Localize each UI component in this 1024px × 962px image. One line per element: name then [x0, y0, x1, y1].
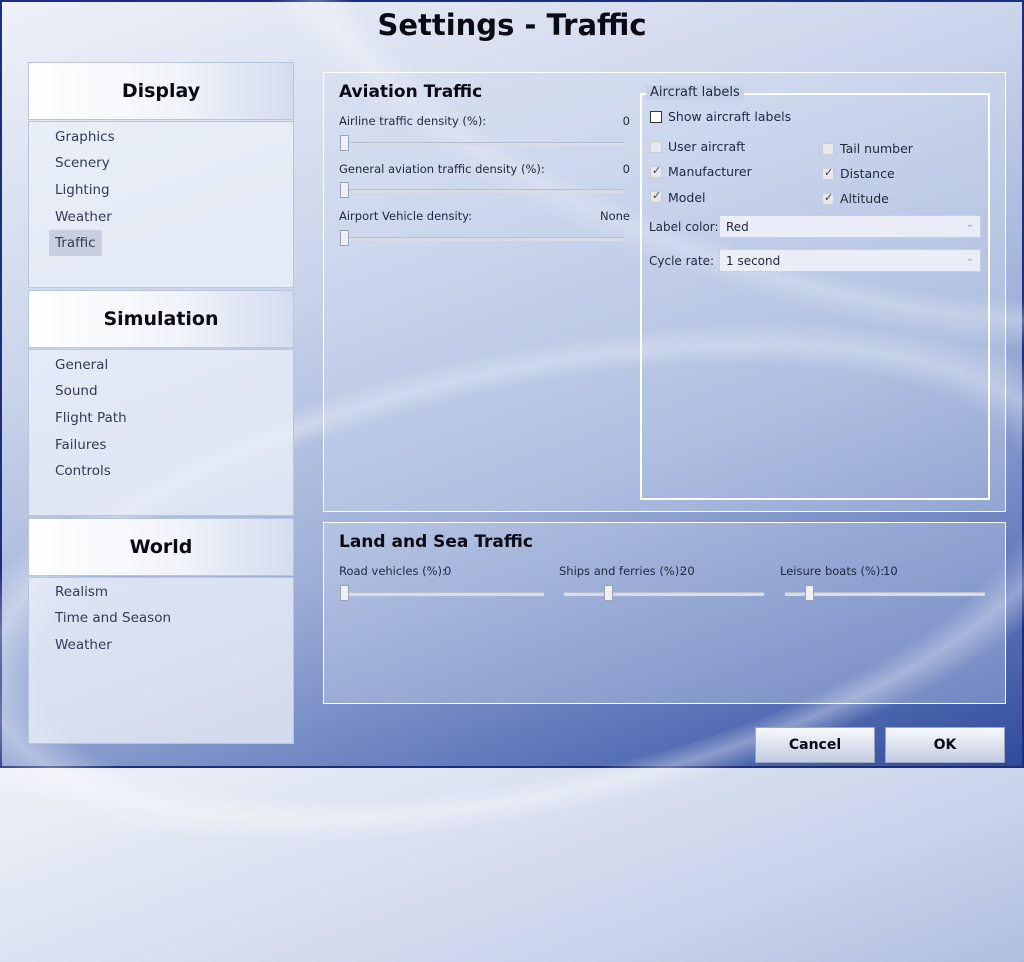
altitude-checkbox[interactable]: ✓ — [822, 191, 834, 205]
leisure-boats-label: Leisure boats (%): — [780, 564, 885, 578]
airline-density-track[interactable] — [340, 142, 624, 146]
distance-checkbox[interactable]: ✓ — [822, 166, 834, 180]
airline-density-value: 0 — [622, 114, 630, 128]
cycle-rate-value: 1 second — [726, 254, 781, 268]
sidebar-item-controls[interactable]: Controls — [49, 458, 117, 484]
airport-vehicle-value: None — [599, 209, 630, 223]
manufacturer-checkbox[interactable]: ✓ — [650, 164, 662, 178]
cancel-button[interactable]: Cancel — [755, 727, 875, 763]
checkmark-icon: ✓ — [824, 191, 834, 204]
sidebar-item-sound[interactable]: Sound — [49, 378, 104, 404]
sidebar-item-traffic[interactable]: Traffic — [49, 230, 102, 256]
airline-density-slider-thumb[interactable] — [340, 135, 349, 151]
sidebar-item-general[interactable]: General — [49, 352, 114, 378]
road-vehicles-label: Road vehicles (%): — [339, 564, 446, 578]
airport-vehicle-label: Airport Vehicle density: — [339, 209, 473, 223]
ships-ferries-slider-thumb[interactable] — [604, 585, 613, 601]
checkmark-icon: ✓ — [824, 166, 834, 179]
user-aircraft-checkbox[interactable] — [650, 141, 662, 153]
checkmark-icon: ✓ — [652, 189, 662, 202]
sidebar-item-time-and-season[interactable]: Time and Season — [49, 605, 177, 631]
cycle-rate-select[interactable]: 1 second ⌄ — [719, 249, 981, 272]
chevron-down-icon: ⌄ — [965, 253, 974, 264]
sidebar-item-lighting[interactable]: Lighting — [49, 177, 116, 203]
sidebar-header-display[interactable]: Display — [28, 62, 294, 120]
airport-vehicle-slider-thumb[interactable] — [340, 230, 349, 246]
airport-vehicle-track[interactable] — [340, 237, 624, 241]
distance-label[interactable]: Distance — [840, 166, 895, 181]
leisure-boats-slider-thumb[interactable] — [805, 585, 814, 601]
label-color-select[interactable]: Red ⌄ — [719, 215, 981, 238]
show-labels-label[interactable]: Show aircraft labels — [668, 109, 791, 124]
sidebar-item-world-weather[interactable]: Weather — [49, 632, 118, 658]
road-vehicles-value: 0 — [444, 564, 452, 578]
model-label[interactable]: Model — [668, 190, 706, 205]
ships-ferries-value: 20 — [680, 564, 695, 578]
road-vehicles-track[interactable] — [340, 592, 544, 596]
ships-ferries-label: Ships and ferries (%): — [559, 564, 684, 578]
user-aircraft-label[interactable]: User aircraft — [668, 139, 745, 154]
sidebar-item-weather[interactable]: Weather — [49, 204, 118, 230]
ga-density-value: 0 — [622, 162, 630, 176]
airline-density-label: Airline traffic density (%): — [339, 114, 487, 128]
aircraft-labels-title: Aircraft labels — [646, 85, 744, 100]
road-vehicles-slider-thumb[interactable] — [340, 585, 349, 601]
ships-ferries-track[interactable] — [564, 592, 764, 596]
sidebar-item-graphics[interactable]: Graphics — [49, 124, 121, 150]
tail-number-checkbox[interactable] — [822, 143, 834, 155]
aviation-traffic-title: Aviation Traffic — [339, 82, 483, 102]
ga-density-slider-thumb[interactable] — [340, 182, 349, 198]
sidebar-item-realism[interactable]: Realism — [49, 579, 114, 605]
manufacturer-label[interactable]: Manufacturer — [668, 164, 752, 179]
leisure-boats-track[interactable] — [785, 592, 985, 596]
ok-button[interactable]: OK — [885, 727, 1005, 763]
cycle-rate-label: Cycle rate: — [649, 254, 715, 268]
sidebar-header-simulation[interactable]: Simulation — [28, 290, 294, 348]
leisure-boats-value: 10 — [883, 564, 898, 578]
land-sea-traffic-title: Land and Sea Traffic — [339, 532, 533, 552]
chevron-down-icon: ⌄ — [965, 219, 974, 230]
ga-density-label: General aviation traffic density (%): — [339, 162, 545, 176]
sidebar-list-world: Realism Time and Season Weather — [28, 577, 294, 744]
page-title: Settings - Traffic — [377, 8, 647, 42]
sidebar-item-flight-path[interactable]: Flight Path — [49, 405, 133, 431]
label-color-value: Red — [726, 220, 749, 234]
sidebar-item-scenery[interactable]: Scenery — [49, 150, 116, 176]
checkmark-icon: ✓ — [652, 164, 662, 177]
aircraft-labels-group — [640, 93, 990, 500]
altitude-label[interactable]: Altitude — [840, 191, 889, 206]
model-checkbox[interactable]: ✓ — [650, 189, 662, 203]
sidebar-list-simulation: General Sound Flight Path Failures Contr… — [28, 349, 294, 516]
sidebar-header-world[interactable]: World — [28, 518, 294, 576]
label-color-label: Label color: — [649, 220, 719, 234]
tail-number-label[interactable]: Tail number — [840, 141, 913, 156]
show-labels-checkbox[interactable] — [650, 111, 662, 123]
ga-density-track[interactable] — [340, 189, 624, 193]
sidebar-list-display: Graphics Scenery Lighting Weather Traffi… — [28, 121, 294, 288]
sidebar-item-failures[interactable]: Failures — [49, 432, 112, 458]
